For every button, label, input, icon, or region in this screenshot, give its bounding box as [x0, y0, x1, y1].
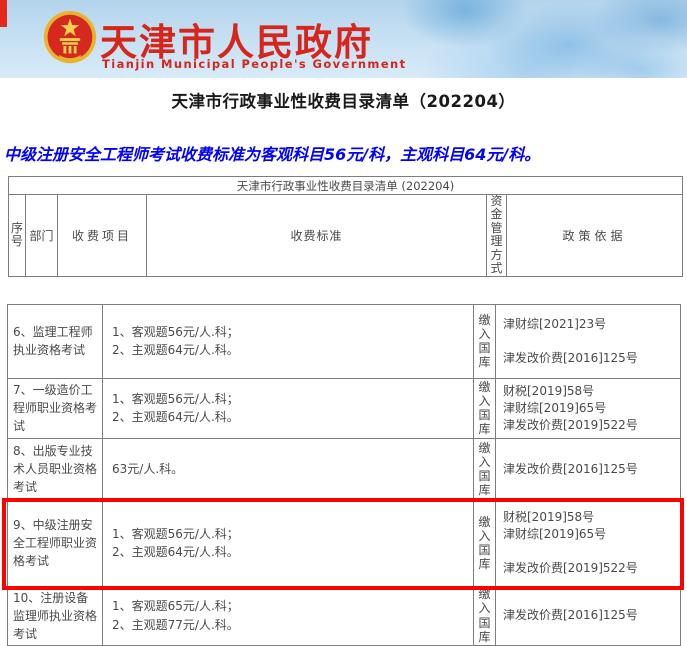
col-header-standard: 收费标准 — [147, 195, 487, 277]
col-header-item: 收费项目 — [58, 195, 147, 277]
col-header-dept: 部门 — [26, 195, 58, 277]
policy-basis: 财税[2019]58号 津财综[2019]65号 津发改价费[2019]522号 — [496, 500, 681, 586]
col-header-policy: 政策依据 — [507, 195, 683, 277]
fund-management: 缴 入 国 库 — [474, 586, 496, 645]
fee-item: 6、监理工程师执业资格考试 — [8, 304, 103, 378]
table-row-9-highlighted: 9、中级注册安全工程师职业资格考试 1、客观题56元/人.科； 2、主观题64元… — [8, 500, 681, 586]
col-header-seq: 序 号 — [9, 195, 26, 277]
fee-table-rows: 6、监理工程师执业资格考试 1、客观题56元/人.科； 2、主观题64元/人.科… — [7, 304, 681, 646]
fee-standard: 1、客观题56元/人.科； 2、主观题64元/人.科。 — [103, 500, 474, 586]
fee-table-header: 天津市行政事业性收费目录清单 (202204) 序 号 部门 收费项目 收费标准… — [8, 176, 683, 277]
fund-management: 缴 入 国 库 — [474, 500, 496, 586]
policy-basis: 财税[2019]58号 津财综[2019]65号 津发改价费[2019]522号 — [496, 378, 681, 438]
table-row-8: 8、出版专业技术人员职业资格考试 63元/人.科。 缴 入 国 库 津发改价费[… — [8, 438, 681, 500]
fee-item: 9、中级注册安全工程师职业资格考试 — [8, 500, 103, 586]
gov-site-subtitle: Tianjin Municipal People's Government — [102, 57, 407, 71]
table-caption: 天津市行政事业性收费目录清单 (202204) — [9, 177, 683, 195]
fee-standard: 63元/人.科。 — [103, 438, 474, 500]
fee-table-rows-wrap: 6、监理工程师执业资格考试 1、客观题56元/人.科； 2、主观题64元/人.科… — [7, 304, 680, 646]
table-row-7: 7、一级造价工程师职业资格考试 1、客观题56元/人.科； 2、主观题64元/人… — [8, 378, 681, 438]
policy-basis: 津发改价费[2016]125号 — [496, 586, 681, 645]
china-national-emblem-icon — [42, 10, 98, 68]
fee-standard: 1、客观题65元/人.科； 2、主观题77元/人.科。 — [103, 586, 474, 645]
policy-basis: 津发改价费[2016]125号 — [496, 438, 681, 500]
page-title: 天津市行政事业性收费目录清单（202204） — [0, 88, 687, 112]
fund-management: 缴 入 国 库 — [474, 438, 496, 500]
fee-notice-text: 中级注册安全工程师考试收费标准为客观科目56元/科，主观科目64元/科。 — [0, 141, 687, 165]
fund-management: 缴 入 国 库 — [474, 304, 496, 378]
fund-management: 缴 入 国 库 — [474, 378, 496, 438]
fee-standard: 1、客观题56元/人.科； 2、主观题64元/人.科。 — [103, 304, 474, 378]
fee-standard: 1、客观题56元/人.科； 2、主观题64元/人.科。 — [103, 378, 474, 438]
policy-basis: 津财综[2021]23号 津发改价费[2016]125号 — [496, 304, 681, 378]
table-row-10: 10、注册设备监理师执业资格考试 1、客观题65元/人.科； 2、主观题77元/… — [8, 586, 681, 645]
fee-item: 8、出版专业技术人员职业资格考试 — [8, 438, 103, 500]
table-row-6: 6、监理工程师执业资格考试 1、客观题56元/人.科； 2、主观题64元/人.科… — [8, 304, 681, 378]
gov-banner: 天津市人民政府 Tianjin Municipal People's Gover… — [0, 0, 687, 78]
corner-red-bar — [0, 0, 7, 27]
col-header-fund: 资 金 管 理 方 式 — [487, 195, 507, 277]
fee-item: 10、注册设备监理师执业资格考试 — [8, 586, 103, 645]
fee-item: 7、一级造价工程师职业资格考试 — [8, 378, 103, 438]
